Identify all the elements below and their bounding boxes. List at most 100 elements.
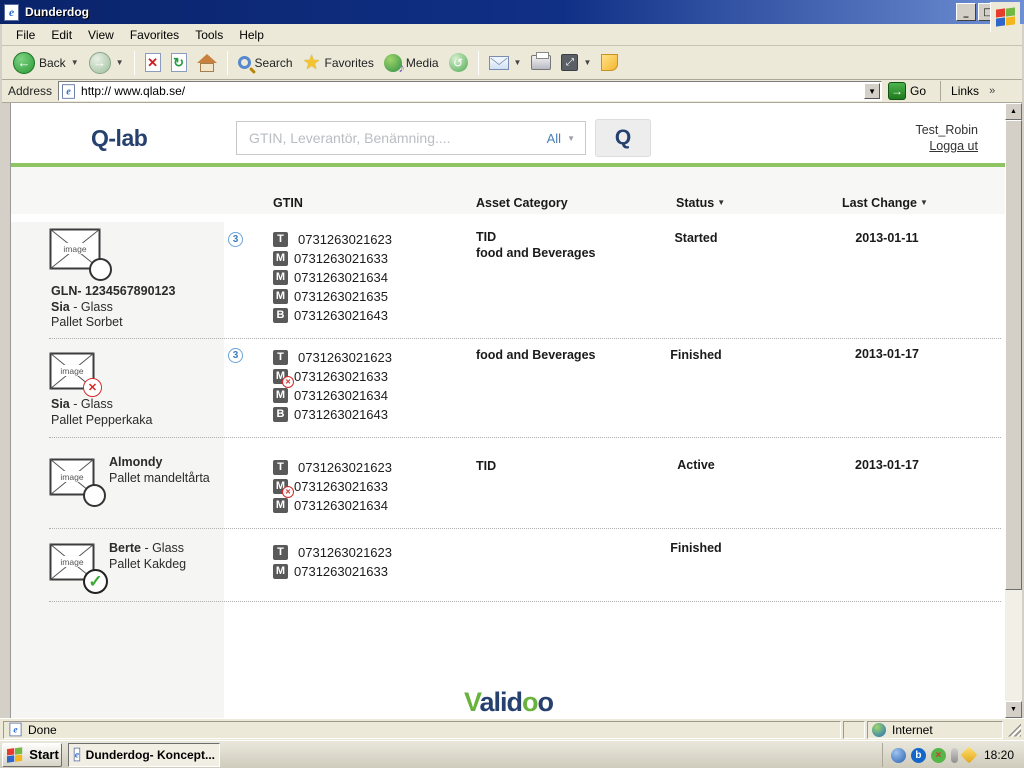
gtin-value: 0731263021623 <box>298 350 392 365</box>
media-label: Media <box>406 56 439 70</box>
product-info: Sia - GlassPallet Pepperkaka <box>51 397 152 428</box>
status-bar: e Done Internet <box>0 718 1024 740</box>
windows-logo <box>990 2 1020 32</box>
search-button[interactable]: Search <box>233 53 298 73</box>
gtin-row: B0731263021643 <box>273 406 388 422</box>
gtin-row: M0731263021634 <box>273 269 388 285</box>
gtin-row: M0731263021633 <box>273 563 388 579</box>
gtin-row: M0731263021635 <box>273 288 388 304</box>
gtin-type-badge-t: T <box>273 232 288 247</box>
product-supplier: Sia - Glass <box>51 397 152 413</box>
search-input[interactable] <box>237 130 547 146</box>
links-toolbar[interactable]: Links » <box>940 81 995 101</box>
edit-button[interactable]: ⤢ ▼ <box>556 51 596 74</box>
sort-arrow-icon: ▼ <box>920 198 928 207</box>
gtin-value: 0731263021633 <box>294 369 388 384</box>
refresh-button[interactable]: ↻ <box>166 50 192 75</box>
status-text: Done <box>28 723 57 737</box>
search-filter-dropdown[interactable]: All ▼ <box>547 131 585 146</box>
minimize-button[interactable]: _ <box>956 3 976 21</box>
column-header-category: Asset Category <box>476 196 568 210</box>
tray-alert-icon[interactable] <box>960 747 977 764</box>
media-button[interactable]: Media <box>379 51 444 75</box>
start-button[interactable]: Start <box>2 743 62 767</box>
search-submit-button[interactable]: Q <box>595 119 651 157</box>
validoo-logo-part: o <box>522 687 538 717</box>
stop-button[interactable]: ✕ <box>140 50 166 75</box>
favorites-label: Favorites <box>325 56 374 70</box>
image-error-icon: ✕ <box>83 378 102 397</box>
menu-item-edit[interactable]: Edit <box>43 26 80 44</box>
resize-grip[interactable] <box>1007 723 1021 737</box>
notes-button[interactable] <box>596 51 623 74</box>
column-header-status[interactable]: Status▼ <box>676 196 725 210</box>
start-label: Start <box>29 747 59 762</box>
scrollbar-thumb[interactable] <box>1005 120 1022 590</box>
taskbar: Start e Dunderdog- Koncept... b × 18:20 <box>0 740 1024 768</box>
address-url: http:// www.qlab.se/ <box>81 84 185 98</box>
taskbar-task-button[interactable]: e Dunderdog- Koncept... <box>68 743 220 767</box>
gtin-type-badge-m: M <box>273 270 288 285</box>
search-label: Search <box>255 56 293 70</box>
menu-item-help[interactable]: Help <box>231 26 272 44</box>
menu-item-tools[interactable]: Tools <box>187 26 231 44</box>
page-content: Q-lab All ▼ Q Test_Robin Logga ut GTIN A… <box>10 103 1005 718</box>
category-cell: TID <box>476 458 496 474</box>
forward-button[interactable]: → ▼ <box>84 49 129 77</box>
forward-dropdown-icon[interactable]: ▼ <box>116 58 124 67</box>
tray-offline-user-icon[interactable]: × <box>931 748 946 763</box>
scroll-up-icon[interactable]: ▲ <box>1005 103 1022 120</box>
gtin-value: 0731263021633 <box>294 479 388 494</box>
validoo-logo-part: V <box>464 687 480 717</box>
logout-link[interactable]: Logga ut <box>929 139 978 153</box>
gtin-row: T0731263021623 <box>273 459 392 475</box>
mail-dropdown-icon[interactable]: ▼ <box>514 58 522 67</box>
table-row: image✓Berte - GlassPallet KakdegT0731263… <box>11 531 1005 601</box>
mail-button[interactable]: ▼ <box>484 53 527 73</box>
tray-bluetooth-icon[interactable]: b <box>911 748 926 763</box>
svg-text:image: image <box>60 366 83 376</box>
gtin-row: T 0731263021623 <box>273 231 392 247</box>
supplier-name: Almondy <box>109 455 162 469</box>
scroll-down-icon[interactable]: ▼ <box>1005 701 1022 718</box>
gtin-value: 0731263021623 <box>298 232 392 247</box>
product-supplier: Berte - Glass <box>109 541 186 557</box>
menu-item-favorites[interactable]: Favorites <box>122 26 187 44</box>
internet-zone-icon <box>872 723 886 737</box>
edit-dropdown-icon[interactable]: ▼ <box>583 58 591 67</box>
print-button[interactable] <box>526 52 556 73</box>
gtin-type-badge-m: M <box>273 498 288 513</box>
product-name: Pallet Pepperkaka <box>51 413 152 429</box>
column-header-last-change[interactable]: Last Change▼ <box>842 196 928 210</box>
last-change-cell: 2013-01-17 <box>841 347 933 361</box>
history-button[interactable]: ↺ <box>444 50 473 75</box>
category-line: food and Beverages <box>476 347 595 363</box>
qlab-logo[interactable]: Q-lab <box>91 125 147 152</box>
tray-device-icon[interactable] <box>951 748 958 763</box>
product-name: Pallet Sorbet <box>51 315 175 331</box>
home-button[interactable] <box>192 51 222 75</box>
status-cell: Active <box>646 458 746 472</box>
forward-icon: → <box>89 52 111 74</box>
menu-item-view[interactable]: View <box>80 26 122 44</box>
favorites-button[interactable]: ★ Favorites <box>298 51 379 75</box>
validoo-logo: Validoo <box>11 687 1005 718</box>
back-dropdown-icon[interactable]: ▼ <box>71 58 79 67</box>
vertical-scrollbar[interactable]: ▲ ▼ <box>1005 103 1022 718</box>
gtin-type-badge-t: T <box>273 460 288 475</box>
gtin-row: M✕0731263021633 <box>273 478 388 494</box>
validoo-logo-part: o <box>538 687 554 717</box>
address-input[interactable]: e http:// www.qlab.se/ ▼ <box>58 81 882 101</box>
windows-flag-icon <box>7 747 23 761</box>
address-dropdown-icon[interactable]: ▼ <box>864 83 880 99</box>
screen: e Dunderdog _ □ ✕ FileEditViewFavoritesT… <box>0 0 1024 768</box>
tray-audio-icon[interactable] <box>891 748 906 763</box>
go-button[interactable]: → Go <box>888 82 926 100</box>
chevron-right-icon[interactable]: » <box>989 85 995 97</box>
row-separator <box>49 437 1001 438</box>
back-button[interactable]: ← Back ▼ <box>8 49 84 77</box>
stop-icon: ✕ <box>145 53 161 72</box>
supplier-name: Sia <box>51 397 70 411</box>
gtin-value: 0731263021643 <box>294 407 388 422</box>
menu-item-file[interactable]: File <box>8 26 43 44</box>
